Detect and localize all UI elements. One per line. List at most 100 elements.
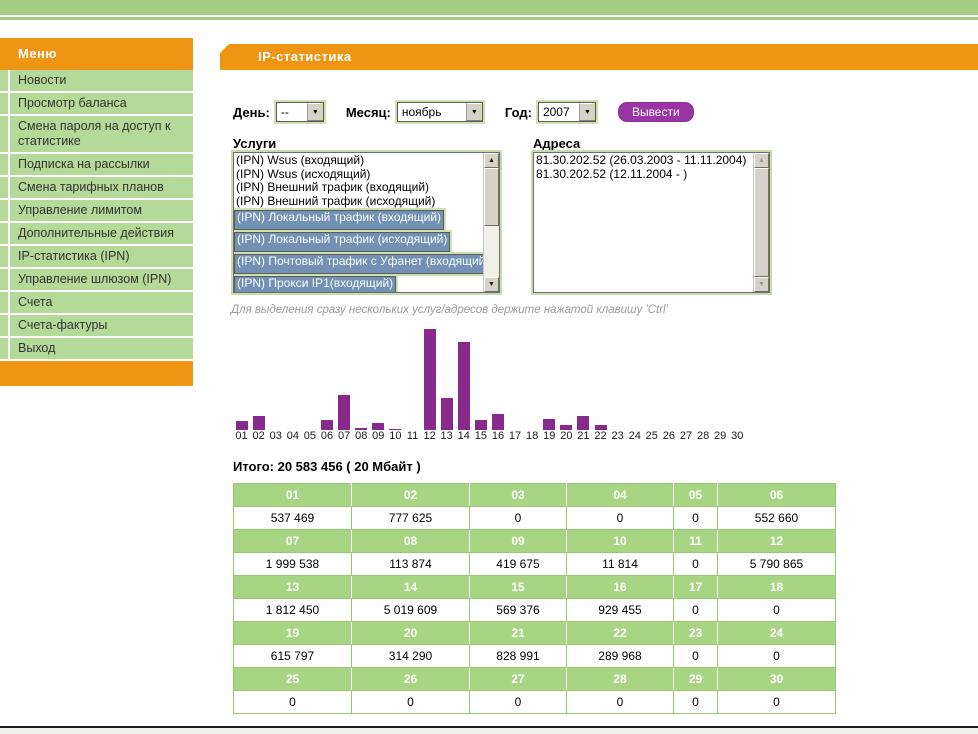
scroll-up-icon[interactable]: ▲ bbox=[754, 153, 769, 168]
table-day-header: 19 bbox=[234, 622, 352, 645]
scroll-up-icon[interactable]: ▲ bbox=[484, 153, 499, 168]
sidebar-item[interactable]: Выход bbox=[0, 338, 193, 361]
sidebar-item[interactable]: Счета bbox=[0, 292, 193, 315]
chart-x-label: 16 bbox=[489, 430, 506, 443]
services-listbox[interactable]: (IPN) Wsus (входящий)(IPN) Wsus (исходящ… bbox=[233, 152, 500, 293]
table-value-cell: 0 bbox=[470, 507, 567, 530]
sidebar-item[interactable]: Новости bbox=[0, 70, 193, 93]
table-value-cell: 0 bbox=[470, 691, 567, 714]
listbox-option[interactable]: 81.30.202.52 (12.11.2004 - ) bbox=[534, 168, 753, 182]
top-banner-stripe bbox=[0, 0, 978, 15]
listbox-option[interactable]: (IPN) Локальный трафик (исходящий) bbox=[234, 232, 450, 252]
chart-x-label: 14 bbox=[455, 430, 472, 443]
menu-header: Меню bbox=[0, 38, 193, 70]
menu-footer-block bbox=[0, 361, 193, 386]
chart-bar bbox=[372, 423, 384, 430]
month-select[interactable]: ноябрь ▼ bbox=[397, 102, 483, 122]
table-value-cell: 0 bbox=[718, 691, 836, 714]
sidebar-item[interactable]: Смена пароля на доступ к статистике bbox=[0, 116, 193, 154]
day-select[interactable]: -- ▼ bbox=[276, 102, 324, 122]
chevron-down-icon[interactable]: ▼ bbox=[466, 103, 482, 121]
sidebar-item[interactable]: Смена тарифных планов bbox=[0, 177, 193, 200]
table-value-cell: 419 675 bbox=[470, 553, 567, 576]
page: Меню НовостиПросмотр балансаСмена пароля… bbox=[0, 0, 978, 734]
sidebar-item[interactable]: Подписка на рассылки bbox=[0, 154, 193, 177]
table-day-header: 08 bbox=[352, 530, 470, 553]
chevron-down-icon[interactable]: ▼ bbox=[307, 103, 323, 121]
table-value-cell: 314 290 bbox=[352, 645, 470, 668]
listbox-option[interactable]: (IPN) Почтовый трафик с Уфанет (входящий… bbox=[234, 254, 483, 274]
chart-x-axis: 0102030405060708091011121314151617181920… bbox=[233, 430, 747, 443]
day-select-value: -- bbox=[277, 103, 307, 121]
stats-table: 010203040506537 469777 625000552 6600708… bbox=[233, 483, 836, 714]
listbox-option[interactable]: (IPN) Внешний трафик (входящий) bbox=[234, 181, 483, 195]
table-day-header: 26 bbox=[352, 668, 470, 691]
table-value-cell: 5 790 865 bbox=[718, 553, 836, 576]
table-day-header: 17 bbox=[674, 576, 718, 599]
top-banner-stripe-thin bbox=[0, 17, 978, 20]
listbox-option[interactable]: (IPN) Wsus (входящий) bbox=[234, 154, 483, 168]
chart-x-label: 15 bbox=[472, 430, 489, 443]
listbox-option[interactable]: (IPN) Прокси IP1(входящий) bbox=[234, 276, 396, 292]
horizontal-scrollbar[interactable] bbox=[0, 726, 978, 734]
month-label: Месяц: bbox=[346, 105, 391, 120]
addresses-label: Адреса bbox=[533, 136, 580, 151]
sidebar-item[interactable]: Просмотр баланса bbox=[0, 93, 193, 116]
addresses-options: 81.30.202.52 (26.03.2003 - 11.11.2004)81… bbox=[534, 154, 753, 292]
table-value-cell: 0 bbox=[674, 553, 718, 576]
table-day-header: 02 bbox=[352, 484, 470, 507]
scroll-down-icon[interactable]: ▼ bbox=[754, 277, 769, 292]
table-value-cell: 11 814 bbox=[567, 553, 674, 576]
sidebar-item[interactable]: Управление лимитом bbox=[0, 200, 193, 223]
sidebar-item[interactable]: Счета-фактуры bbox=[0, 315, 193, 338]
table-day-header: 25 bbox=[234, 668, 352, 691]
chart-bar bbox=[543, 419, 555, 430]
scrollbar-thumb[interactable] bbox=[484, 168, 499, 226]
addresses-scrollbar[interactable]: ▲ ▼ bbox=[753, 153, 769, 292]
sidebar-item[interactable]: IP-статистика (IPN) bbox=[0, 246, 193, 269]
submit-button[interactable]: Вывести bbox=[618, 102, 694, 122]
year-select[interactable]: 2007 ▼ bbox=[538, 102, 596, 122]
table-value-cell: 5 019 609 bbox=[352, 599, 470, 622]
listbox-option[interactable]: 81.30.202.52 (26.03.2003 - 11.11.2004) bbox=[534, 154, 753, 168]
day-label: День: bbox=[233, 105, 270, 120]
table-value-cell: 537 469 bbox=[234, 507, 352, 530]
table-day-header: 03 bbox=[470, 484, 567, 507]
scroll-down-icon[interactable]: ▼ bbox=[484, 277, 499, 292]
chart-x-label: 06 bbox=[318, 430, 335, 443]
table-day-header: 09 bbox=[470, 530, 567, 553]
scrollbar-thumb[interactable] bbox=[754, 168, 769, 277]
table-day-header: 22 bbox=[567, 622, 674, 645]
addresses-listbox[interactable]: 81.30.202.52 (26.03.2003 - 11.11.2004)81… bbox=[533, 152, 770, 293]
chart-bar bbox=[458, 342, 470, 430]
sidebar-item[interactable]: Дополнительные действия bbox=[0, 223, 193, 246]
chevron-down-icon[interactable]: ▼ bbox=[579, 103, 595, 121]
table-day-header: 29 bbox=[674, 668, 718, 691]
table-day-header: 20 bbox=[352, 622, 470, 645]
table-day-header: 15 bbox=[470, 576, 567, 599]
services-options: (IPN) Wsus (входящий)(IPN) Wsus (исходящ… bbox=[234, 154, 483, 292]
table-value-cell: 0 bbox=[718, 645, 836, 668]
listbox-option[interactable]: (IPN) Внешний трафик (исходящий) bbox=[234, 195, 483, 209]
listbox-option[interactable]: (IPN) Wsus (исходящий) bbox=[234, 168, 483, 182]
chart-x-label: 10 bbox=[387, 430, 404, 443]
table-day-header: 21 bbox=[470, 622, 567, 645]
listbox-option[interactable]: (IPN) Локальный трафик (входящий) bbox=[234, 210, 444, 230]
page-title: IP-статистика bbox=[258, 44, 352, 70]
services-label: Услуги bbox=[233, 136, 276, 151]
sidebar-item[interactable]: Управление шлюзом (IPN) bbox=[0, 269, 193, 292]
chart-bar bbox=[321, 420, 333, 430]
chart-x-label: 07 bbox=[336, 430, 353, 443]
table-day-header: 06 bbox=[718, 484, 836, 507]
chart-x-label: 27 bbox=[677, 430, 694, 443]
year-select-value: 2007 bbox=[539, 103, 579, 121]
table-value-cell: 289 968 bbox=[567, 645, 674, 668]
table-value-cell: 0 bbox=[234, 691, 352, 714]
table-day-header: 10 bbox=[567, 530, 674, 553]
services-scrollbar[interactable]: ▲ ▼ bbox=[483, 153, 499, 292]
table-day-header: 28 bbox=[567, 668, 674, 691]
month-select-value: ноябрь bbox=[398, 103, 466, 121]
table-day-header: 27 bbox=[470, 668, 567, 691]
chart-x-label: 19 bbox=[541, 430, 558, 443]
chart-bar bbox=[338, 395, 350, 430]
